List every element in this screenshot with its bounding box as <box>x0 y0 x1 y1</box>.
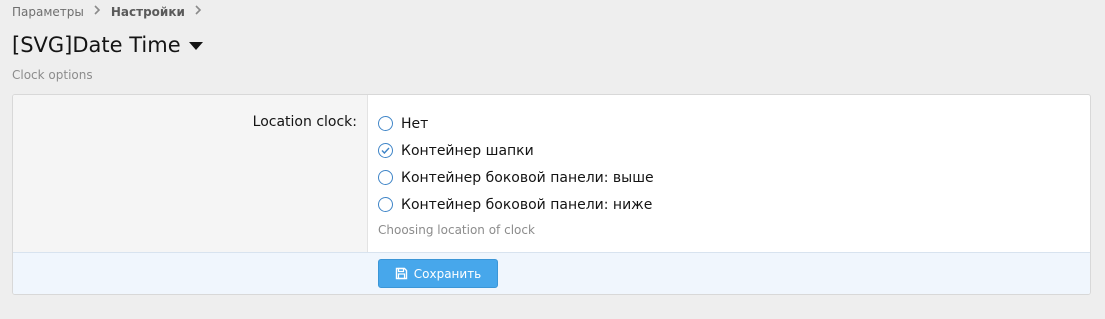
form-footer: Сохранить <box>13 252 1090 294</box>
radio-option-label: Нет <box>401 115 429 132</box>
field-hint: Choosing location of clock <box>378 223 535 237</box>
breadcrumb-item-parameters[interactable]: Параметры <box>12 5 84 19</box>
checkmark-icon <box>381 147 390 154</box>
radio-option-label: Контейнер боковой панели: ниже <box>401 196 653 213</box>
radio-option-sidebar-below[interactable]: Контейнер боковой панели: ниже <box>378 191 1090 218</box>
radio-unchecked-icon[interactable] <box>378 197 393 212</box>
page-title: [SVG]Date Time <box>12 33 181 57</box>
page: Параметры Настройки [SVG]Date Time Clock… <box>0 0 1105 319</box>
breadcrumb: Параметры Настройки <box>12 5 212 19</box>
chevron-right-icon <box>195 5 202 19</box>
save-button[interactable]: Сохранить <box>378 259 498 288</box>
field-label: Location clock: <box>13 95 368 252</box>
radio-unchecked-icon[interactable] <box>378 170 393 185</box>
breadcrumb-item-settings[interactable]: Настройки <box>111 5 185 19</box>
page-title-dropdown[interactable]: [SVG]Date Time <box>12 32 203 58</box>
floppy-disk-icon <box>395 267 408 280</box>
options-form: Location clock: Нет Контейнер шапки Конт… <box>12 94 1091 295</box>
save-button-label: Сохранить <box>413 266 482 281</box>
radio-option-label: Контейнер боковой панели: выше <box>401 169 654 186</box>
radio-group: Нет Контейнер шапки Контейнер боковой па… <box>368 95 1090 252</box>
radio-checked-icon[interactable] <box>378 143 393 158</box>
form-row-location-clock: Location clock: Нет Контейнер шапки Конт… <box>13 95 1090 252</box>
page-description: Clock options <box>12 68 93 82</box>
field-label-text: Location clock: <box>252 114 357 130</box>
radio-unchecked-icon[interactable] <box>378 116 393 131</box>
radio-option-header-container[interactable]: Контейнер шапки <box>378 137 1090 164</box>
radio-option-label: Контейнер шапки <box>401 142 534 159</box>
radio-option-none[interactable]: Нет <box>378 110 1090 137</box>
caret-down-icon <box>188 42 203 50</box>
radio-option-sidebar-above[interactable]: Контейнер боковой панели: выше <box>378 164 1090 191</box>
chevron-right-icon <box>94 5 101 19</box>
